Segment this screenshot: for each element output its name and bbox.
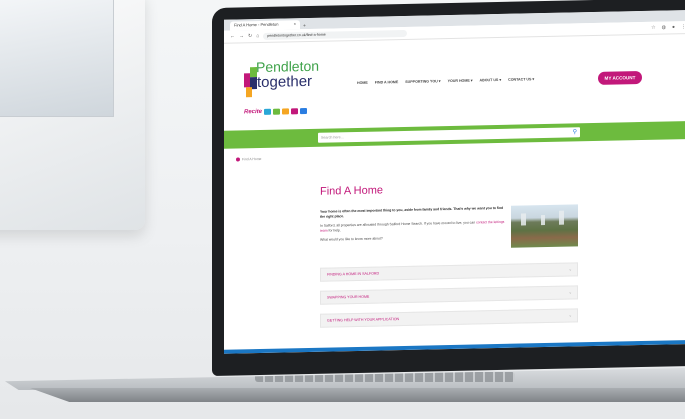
menu-item-about-us[interactable]: ABOUT US ▾ (480, 78, 502, 82)
menu-item-find-a-home[interactable]: FIND A HOME (375, 80, 399, 84)
accordion-label: SWAPPING YOUR HOME (327, 294, 370, 300)
laptop-lid: Find A Home - Pendleton × + ← → ↻ ⌂ pend… (212, 0, 685, 376)
accordion-finding-a-home[interactable]: FINDING A HOME IN SALFORD ⌄ (320, 262, 578, 282)
site-footer-strip (224, 339, 685, 354)
search-placeholder: Search here... (321, 135, 344, 140)
accordion-getting-help[interactable]: GETTING HELP WITH YOUR APPLICATION ⌄ (320, 308, 578, 328)
colour-icon[interactable] (291, 108, 299, 115)
page-title: Find A Home (320, 184, 383, 198)
arrow-left-icon[interactable]: ← (230, 34, 235, 40)
chevron-down-icon: ⌄ (568, 266, 572, 272)
logo-text-bottom: together (257, 72, 313, 92)
breadcrumb-current[interactable]: Find A Home (242, 157, 261, 161)
breadcrumb: Find A Home (236, 157, 261, 162)
recite-toolbar[interactable]: Recite (244, 106, 308, 117)
chevron-down-icon: ⌄ (568, 312, 572, 318)
site-logo[interactable]: Pendleton together (244, 58, 319, 103)
arrow-right-icon[interactable]: → (239, 33, 244, 39)
laptop-base (0, 368, 685, 419)
my-account-button[interactable]: MY ACCOUNT (598, 70, 642, 85)
keyboard (255, 372, 515, 382)
accessibility-icon[interactable] (264, 108, 272, 115)
site-search-input[interactable]: Search here... ⚲ (318, 127, 580, 143)
menu-item-supporting-you[interactable]: SUPPORTING YOU ▾ (405, 79, 440, 84)
question-text: What would you like to know more about? (320, 236, 383, 242)
new-tab-icon[interactable]: + (303, 23, 306, 29)
accordion-label: GETTING HELP WITH YOUR APPLICATION (327, 317, 400, 323)
browser-tab-title: Find A Home - Pendleton (234, 21, 279, 28)
aerial-housing-photo (511, 204, 578, 248)
browser-tab[interactable]: Find A Home - Pendleton × (230, 20, 300, 31)
browser-actions: ☆ ◍ ● ⋮ (651, 24, 685, 31)
reload-icon[interactable]: ↻ (248, 33, 252, 39)
extension-icon[interactable]: ◍ (662, 24, 666, 30)
intro-strong: Your home is often the most important th… (320, 205, 504, 219)
main-menu: HOME FIND A HOME SUPPORTING YOU ▾ YOUR H… (357, 77, 534, 85)
profile-icon[interactable]: ● (672, 24, 675, 30)
menu-icon[interactable]: ⋮ (681, 24, 685, 30)
menu-item-your-home[interactable]: YOUR HOME ▾ (448, 79, 473, 84)
intro-text: Your home is often the most important th… (320, 206, 505, 220)
home-icon[interactable]: ⌂ (256, 33, 259, 39)
url-field[interactable]: pendletontogether.co.uk/find-a-home (263, 29, 408, 40)
lettings-text-a: In Salford, all properties are allocated… (320, 220, 476, 228)
lettings-text: In Salford, all properties are allocated… (320, 220, 505, 234)
menu-item-contact-us[interactable]: CONTACT US ▾ (508, 77, 534, 82)
home-dot-icon[interactable] (236, 157, 240, 162)
main-content: Find A Home Your home is often the most … (320, 180, 578, 248)
text-size-icon[interactable] (282, 108, 290, 115)
background-monitor-screen (0, 0, 114, 117)
lettings-text-b: for help. (328, 228, 341, 233)
star-icon[interactable]: ☆ (651, 25, 655, 31)
background-monitor (0, 0, 145, 230)
accordion-label: FINDING A HOME IN SALFORD (327, 271, 380, 277)
translate-icon[interactable] (273, 108, 281, 115)
laptop-base-edge (30, 388, 685, 402)
laptop-screen: Find A Home - Pendleton × + ← → ↻ ⌂ pend… (224, 9, 685, 354)
search-icon[interactable]: ⚲ (573, 127, 577, 137)
laptop-base-top (5, 368, 685, 390)
accordion-swapping-home[interactable]: SWAPPING YOUR HOME ⌄ (320, 285, 578, 305)
chevron-down-icon: ⌄ (568, 289, 572, 295)
menu-item-home[interactable]: HOME (357, 81, 368, 85)
recite-label: Recite (244, 108, 263, 116)
reader-icon[interactable] (300, 108, 308, 115)
close-icon[interactable]: × (294, 21, 296, 28)
